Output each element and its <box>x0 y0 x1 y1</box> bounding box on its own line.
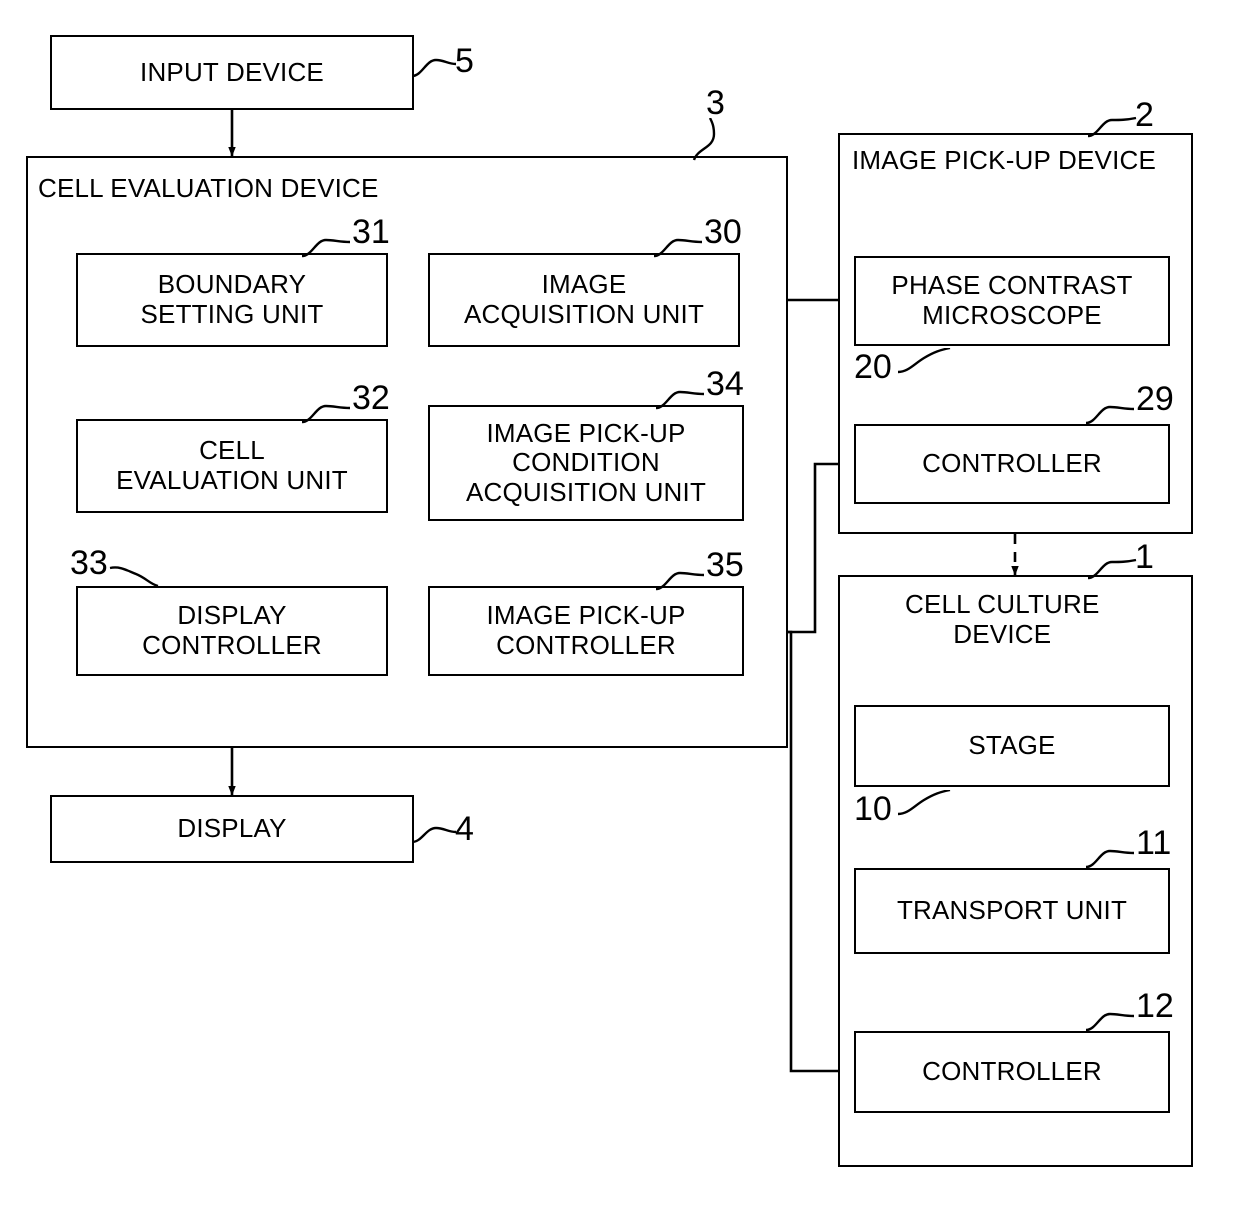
leader-line-12 <box>1085 1012 1135 1032</box>
block-image-pickup-device-controller[interactable]: CONTROLLER <box>854 424 1170 504</box>
leader-line-31 <box>301 238 351 258</box>
block-display-controller[interactable]: DISPLAY CONTROLLER <box>76 586 388 676</box>
block-cell-evaluation-device-title: CELL EVALUATION DEVICE <box>38 173 379 203</box>
figure-canvas: INPUT DEVICE 5 CELL EVALUATION DEVICE 3 … <box>0 0 1240 1225</box>
leader-line-11 <box>1085 849 1135 869</box>
ref-numeral-12: 12 <box>1136 987 1174 1025</box>
leader-line-32 <box>301 404 351 424</box>
leader-line-20 <box>897 348 951 374</box>
block-stage-label: STAGE <box>968 730 1056 761</box>
block-cell-culture-device-controller-label: CONTROLLER <box>922 1056 1102 1087</box>
leader-line-2 <box>1087 116 1137 138</box>
leader-line-33 <box>109 566 159 588</box>
leader-line-10 <box>897 790 951 816</box>
block-stage[interactable]: STAGE <box>854 705 1170 787</box>
leader-line-1 <box>1087 558 1137 580</box>
ref-numeral-30: 30 <box>704 213 742 251</box>
block-image-acquisition-unit[interactable]: IMAGE ACQUISITION UNIT <box>428 253 740 347</box>
block-cell-culture-device-controller[interactable]: CONTROLLER <box>854 1031 1170 1113</box>
block-transport-unit-label: TRANSPORT UNIT <box>896 895 1128 926</box>
block-display-controller-label: DISPLAY CONTROLLER <box>142 600 322 660</box>
block-phase-contrast-microscope-label: PHASE CONTRAST MICROSCOPE <box>891 270 1133 330</box>
leader-line-3 <box>692 118 716 161</box>
ref-numeral-20: 20 <box>854 348 892 386</box>
block-display[interactable]: DISPLAY <box>50 795 414 863</box>
leader-line-29 <box>1085 405 1135 425</box>
ref-numeral-10: 10 <box>854 790 892 828</box>
block-image-pickup-condition-acquisition-unit-label: IMAGE PICK-UP CONDITION ACQUISITION UNIT <box>465 417 707 507</box>
ref-numeral-34: 34 <box>706 365 744 403</box>
leader-line-30 <box>653 238 703 258</box>
block-boundary-setting-unit[interactable]: BOUNDARY SETTING UNIT <box>76 253 388 347</box>
block-phase-contrast-microscope[interactable]: PHASE CONTRAST MICROSCOPE <box>854 256 1170 346</box>
block-cell-evaluation-unit[interactable]: CELL EVALUATION UNIT <box>76 419 388 513</box>
block-input-device[interactable]: INPUT DEVICE <box>50 35 414 110</box>
block-input-device-label: INPUT DEVICE <box>140 56 324 87</box>
leader-line-35 <box>655 571 705 591</box>
leader-line-34 <box>655 390 705 410</box>
ref-numeral-33: 33 <box>70 544 108 582</box>
block-display-label: DISPLAY <box>177 813 287 844</box>
block-image-pickup-device-title: IMAGE PICK-UP DEVICE <box>852 145 1157 175</box>
ref-numeral-11: 11 <box>1136 824 1172 862</box>
block-image-pickup-condition-acquisition-unit[interactable]: IMAGE PICK-UP CONDITION ACQUISITION UNIT <box>428 405 744 521</box>
block-image-pickup-controller-label: IMAGE PICK-UP CONTROLLER <box>486 600 686 660</box>
ref-numeral-35: 35 <box>706 546 744 584</box>
ref-numeral-29: 29 <box>1136 380 1174 418</box>
block-cell-evaluation-unit-label: CELL EVALUATION UNIT <box>116 435 348 495</box>
block-image-acquisition-unit-label: IMAGE ACQUISITION UNIT <box>463 269 705 329</box>
block-image-pickup-controller[interactable]: IMAGE PICK-UP CONTROLLER <box>428 586 744 676</box>
block-image-pickup-device-controller-label: CONTROLLER <box>922 448 1102 479</box>
ref-numeral-32: 32 <box>352 379 390 417</box>
block-cell-culture-device-title: CELL CULTURE DEVICE <box>905 589 1100 649</box>
block-boundary-setting-unit-label: BOUNDARY SETTING UNIT <box>140 269 324 329</box>
leader-line-5 <box>411 58 457 78</box>
block-transport-unit[interactable]: TRANSPORT UNIT <box>854 868 1170 954</box>
ref-numeral-31: 31 <box>352 213 390 251</box>
leader-line-4 <box>411 826 457 844</box>
ref-numeral-3: 3 <box>706 84 725 122</box>
